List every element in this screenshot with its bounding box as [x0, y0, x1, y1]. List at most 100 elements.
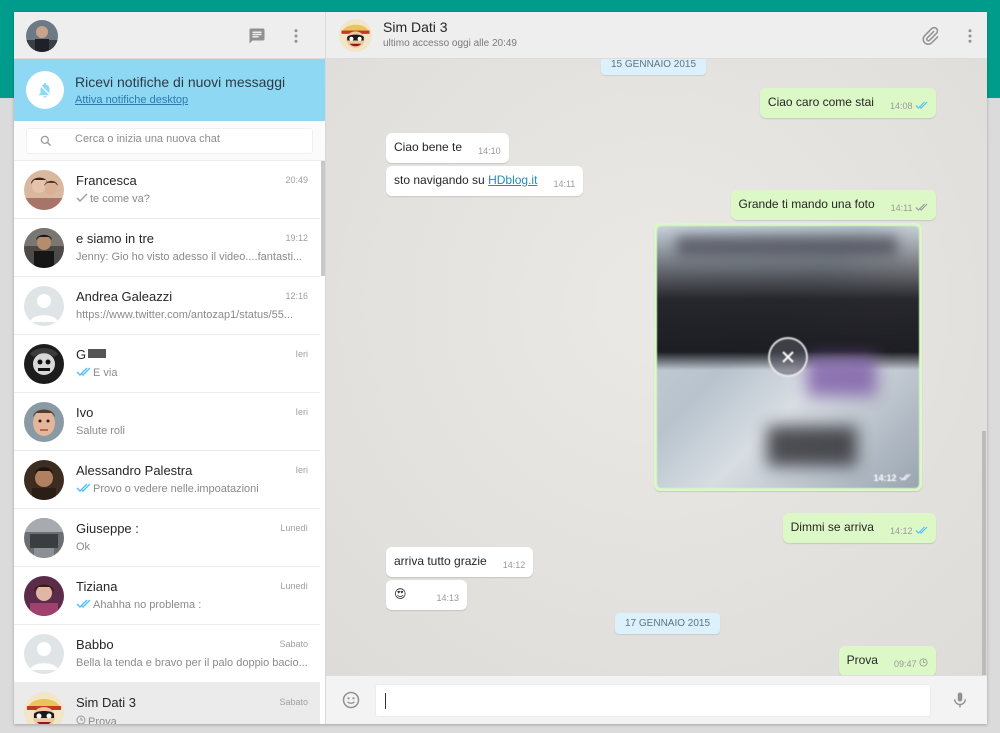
outgoing-message: Prova 09:47: [838, 646, 936, 675]
read-ticks-icon: [76, 367, 91, 379]
search-box: [26, 128, 313, 154]
outgoing-message: Grande ti mando una foto 14:11: [730, 190, 936, 220]
chat-name: Andrea Galeazzi: [76, 289, 173, 304]
chat-time: Sabato: [279, 639, 308, 649]
contact-avatar: [24, 576, 64, 616]
chat-time: Ieri: [295, 349, 308, 359]
outgoing-photo-message[interactable]: 14:12: [654, 223, 922, 491]
chat-last-message: Ok: [76, 541, 91, 553]
conversation-header[interactable]: Sim Dati 3 ultimo accesso oggi alle 20:4…: [326, 12, 987, 59]
chat-item[interactable]: G Ieri E via: [14, 335, 320, 393]
redacted-bar: [88, 349, 107, 358]
incoming-message: Ciao bene te 14:10: [386, 133, 509, 163]
chat-last-message: Bella la tenda e bravo per il palo doppi…: [76, 657, 308, 669]
chat-name: Ivo: [76, 405, 94, 420]
chat-time: 12:16: [285, 291, 308, 301]
chat-last-message: te come va?: [76, 193, 308, 205]
bell-off-icon: [26, 71, 64, 109]
incoming-message: arriva tutto grazie 14:12: [386, 547, 534, 577]
my-avatar[interactable]: [26, 20, 58, 52]
chat-time: Sabato: [279, 697, 308, 707]
chat-item-active[interactable]: Sim Dati 3 Sabato Prova: [14, 683, 320, 724]
default-avatar-icon: [24, 634, 64, 674]
message-area[interactable]: 15 GENNAIO 2015 Ciao caro come stai 14:08…: [326, 59, 987, 675]
incoming-message: sto navigando su HDblog.it 14:11: [386, 166, 584, 196]
conversation-pane: Sim Dati 3 ultimo accesso oggi alle 20:4…: [326, 12, 987, 724]
message-input[interactable]: [375, 684, 931, 717]
chat-time: Ieri: [295, 407, 308, 417]
date-divider: 17 GENNAIO 2015: [615, 613, 721, 634]
default-avatar-icon: [24, 286, 64, 326]
chat-item[interactable]: Babbo Sabato Bella la tenda e bravo per …: [14, 625, 320, 683]
outgoing-message: Ciao caro come stai 14:08: [759, 88, 936, 118]
notification-banner: Ricevi notifiche di nuovi messaggi Attiv…: [14, 59, 325, 121]
date-divider: 15 GENNAIO 2015: [601, 59, 707, 75]
search-input[interactable]: [75, 133, 295, 145]
chat-last-message: E via: [76, 367, 308, 379]
chat-name: e siamo in tre: [76, 231, 155, 246]
chat-name: Alessandro Palestra: [76, 463, 193, 478]
chat-name: Giuseppe :: [76, 521, 139, 536]
incoming-message: 😍 14:13: [386, 580, 468, 610]
chat-item[interactable]: Ivo Ieri Salute roli: [14, 393, 320, 451]
chat-time: Lunedì: [280, 581, 308, 591]
whatsapp-web-window: Ricevi notifiche di nuovi messaggi Attiv…: [14, 12, 987, 724]
hdblog-link[interactable]: HDblog.it: [488, 173, 537, 187]
chat-last-message: Ahahha no problema :: [76, 599, 308, 611]
message-time: 14:13: [436, 593, 460, 603]
contact-avatar: [24, 344, 64, 384]
message-time: 14:10: [478, 146, 501, 156]
contact-avatar[interactable]: [339, 19, 372, 52]
new-chat-icon[interactable]: [245, 24, 269, 48]
enable-desktop-notifications-link[interactable]: Attiva notifiche desktop: [75, 94, 188, 106]
contact-avatar: [24, 692, 64, 724]
message-time: 14:11: [891, 203, 928, 213]
text-caret: [385, 693, 386, 709]
read-ticks-icon: [76, 599, 91, 611]
chat-name: G: [76, 347, 107, 362]
chat-name: Tiziana: [76, 579, 118, 594]
contact-avatar: [24, 402, 64, 442]
sent-tick-icon: [76, 193, 88, 205]
conversation-menu-icon[interactable]: [958, 24, 982, 48]
outgoing-message: Dimmi se arriva 14:12: [782, 513, 936, 543]
pending-clock-icon: [76, 715, 86, 724]
chat-last-message: Salute roli: [76, 425, 125, 437]
message-time: 14:12: [890, 526, 928, 536]
contact-avatar: [24, 228, 64, 268]
message-composer: [326, 675, 987, 724]
chat-time: 20:49: [285, 175, 308, 185]
chat-last-message: https://www.twitter.com/antozap1/status/…: [76, 309, 294, 321]
chat-list: Francesca 20:49 te come va? e siamo in t…: [14, 161, 325, 724]
left-pane: Ricevi notifiche di nuovi messaggi Attiv…: [14, 12, 326, 724]
chat-item[interactable]: Tiziana Lunedì Ahahha no problema :: [14, 567, 320, 625]
photo-time: 14:12: [873, 473, 911, 483]
emoji: 😍: [394, 587, 407, 601]
microphone-icon[interactable]: [948, 688, 972, 712]
attach-icon[interactable]: [918, 24, 942, 48]
chat-name: Francesca: [76, 173, 137, 188]
chat-name: Sim Dati 3: [76, 695, 136, 710]
contact-avatar: [24, 460, 64, 500]
chat-item[interactable]: Andrea Galeazzi 12:16 https://www.twitte…: [14, 277, 320, 335]
contact-name: Sim Dati 3: [383, 19, 448, 35]
menu-icon[interactable]: [284, 24, 308, 48]
chat-name: Babbo: [76, 637, 114, 652]
message-time: 09:47: [894, 658, 928, 669]
chat-item[interactable]: Alessandro Palestra Ieri Provo o vedere …: [14, 451, 320, 509]
chat-item[interactable]: Francesca 20:49 te come va?: [14, 161, 320, 219]
message-scrollbar[interactable]: [982, 431, 986, 675]
search-bar: [14, 121, 325, 161]
chat-item[interactable]: Giuseppe : Lunedì Ok: [14, 509, 320, 567]
chat-last-message: Provo o vedere nelle.impoatazioni: [76, 483, 308, 495]
emoji-icon[interactable]: [339, 688, 363, 712]
chat-list-scrollbar[interactable]: [321, 161, 325, 276]
photo-thumbnail[interactable]: 14:12: [657, 226, 919, 488]
cancel-download-icon[interactable]: [768, 337, 808, 377]
chat-time: Ieri: [295, 465, 308, 475]
contact-avatar: [24, 170, 64, 210]
chat-last-message: Jenny: Gio ho visto adesso il video....f…: [76, 251, 303, 263]
chat-item[interactable]: e siamo in tre 19:12 Jenny: Gio ho visto…: [14, 219, 320, 277]
read-ticks-icon: [76, 483, 91, 495]
chat-time: 19:12: [285, 233, 308, 243]
